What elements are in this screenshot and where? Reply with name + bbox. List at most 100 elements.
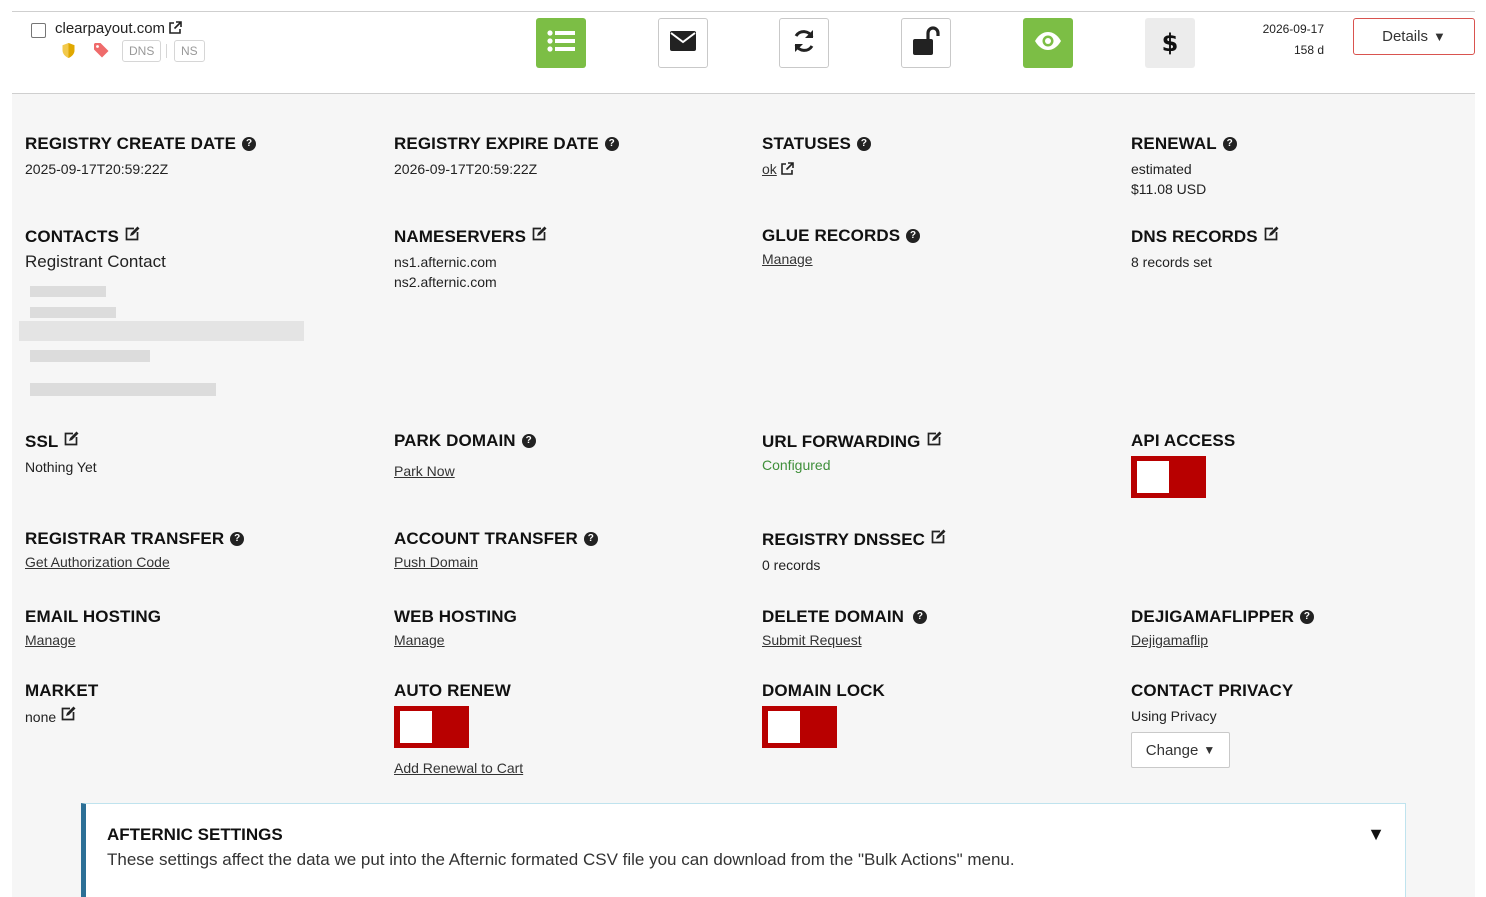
auto-renew: AUTO RENEW Add Renewal to Cart: [394, 681, 524, 776]
caret-down-icon: ▼: [1432, 29, 1446, 44]
redacted-contact: [30, 307, 116, 318]
domain-name[interactable]: clearpayout.com: [55, 20, 182, 39]
row-checkbox[interactable]: [31, 23, 46, 38]
help-icon[interactable]: ?: [521, 434, 536, 448]
ssl: SSL Nothing Yet: [25, 431, 97, 475]
details-panel: [12, 94, 1475, 897]
contacts: CONTACTS Registrant Contact: [25, 226, 166, 271]
caret-down-icon: ▼: [1203, 743, 1216, 757]
view-button[interactable]: [1023, 18, 1073, 68]
dejigamaflip-link[interactable]: Dejigamaflip: [1131, 632, 1208, 648]
registry-create-date: REGISTRY CREATE DATE? 2025-09-17T20:59:2…: [25, 134, 257, 179]
caret-down-icon[interactable]: ▼: [1367, 824, 1385, 845]
registry-create-value: 2025-09-17T20:59:22Z: [25, 161, 169, 177]
help-icon[interactable]: ?: [1222, 137, 1237, 151]
help-icon[interactable]: ?: [1300, 610, 1315, 624]
edit-icon[interactable]: [930, 529, 946, 550]
statuses: STATUSES? ok: [762, 134, 871, 181]
details-label: Details: [1382, 28, 1428, 45]
edit-icon[interactable]: [124, 226, 140, 247]
email-button[interactable]: [658, 18, 708, 68]
refresh-button[interactable]: [779, 18, 829, 68]
afternic-description: These settings affect the data we put in…: [107, 850, 1015, 869]
help-icon[interactable]: ?: [583, 532, 598, 546]
nameserver-2: ns2.afternic.com: [394, 274, 497, 290]
glue-manage-link[interactable]: Manage: [762, 251, 813, 267]
delete-domain: DELETE DOMAIN? Submit Request: [762, 607, 928, 650]
help-icon[interactable]: ?: [604, 137, 619, 151]
dnssec-count: 0 records: [762, 557, 821, 573]
renewal-type: estimated: [1131, 161, 1192, 177]
afternic-settings-panel[interactable]: AFTERNIC SETTINGS These settings affect …: [81, 803, 1406, 897]
toggle-knob: [400, 711, 432, 743]
domain-lock: DOMAIN LOCK: [762, 681, 885, 748]
push-domain-link[interactable]: Push Domain: [394, 554, 478, 570]
dejigamaflipper: DEJIGAMAFLIPPER? Dejigamaflip: [1131, 607, 1315, 650]
top-border: [12, 11, 1475, 12]
edit-icon[interactable]: [531, 226, 547, 247]
submit-request-link[interactable]: Submit Request: [762, 632, 862, 648]
web-hosting: WEB HOSTING Manage: [394, 607, 517, 648]
tag-icon: [93, 42, 110, 63]
lock-button[interactable]: [901, 18, 951, 68]
redacted-contact: [30, 383, 216, 396]
nameserver-1: ns1.afternic.com: [394, 254, 497, 270]
eye-icon: [1034, 31, 1062, 56]
help-icon[interactable]: ?: [242, 137, 257, 151]
change-privacy-button[interactable]: Change ▼: [1131, 732, 1230, 768]
refresh-icon: [791, 28, 817, 59]
privacy-status: Using Privacy: [1131, 708, 1217, 724]
status-ok-link[interactable]: ok: [762, 159, 777, 179]
edit-icon[interactable]: [926, 431, 942, 452]
envelope-icon: [670, 30, 696, 56]
edit-icon[interactable]: [60, 706, 76, 727]
dollar-icon: $: [1161, 29, 1179, 57]
help-icon[interactable]: ?: [906, 229, 921, 243]
help-icon[interactable]: ?: [913, 610, 928, 624]
domain-lock-toggle[interactable]: [762, 706, 837, 748]
dns-chip[interactable]: DNS: [122, 40, 162, 62]
help-icon[interactable]: ?: [856, 137, 871, 151]
api-access-toggle[interactable]: [1131, 456, 1206, 498]
days-remaining: 158 d: [1293, 43, 1324, 57]
ssl-status: Nothing Yet: [25, 459, 97, 475]
registry-dnssec: REGISTRY DNSSEC 0 records: [762, 529, 946, 575]
url-forwarding: URL FORWARDING Configured: [762, 431, 942, 473]
auth-code-link[interactable]: Get Authorization Code: [25, 554, 170, 570]
glue-records: GLUE RECORDS? Manage: [762, 226, 921, 269]
renewal-price: $11.08 USD: [1131, 181, 1207, 197]
nameservers: NAMESERVERS ns1.afternic.com ns2.afterni…: [394, 226, 547, 292]
unlock-icon: [912, 25, 940, 61]
park-now-link[interactable]: Park Now: [394, 463, 455, 479]
domain-link[interactable]: clearpayout.com: [55, 20, 165, 37]
external-link-icon[interactable]: [168, 21, 182, 39]
redacted-contact: [30, 286, 106, 297]
toggle-knob: [1137, 461, 1169, 493]
web-hosting-manage-link[interactable]: Manage: [394, 632, 445, 648]
dns-records: DNS RECORDS 8 records set: [1131, 226, 1279, 272]
contact-privacy: CONTACT PRIVACY Using Privacy Change ▼: [1131, 681, 1293, 768]
url-forwarding-status: Configured: [762, 457, 831, 473]
contact-type: Registrant Contact: [25, 252, 166, 271]
edit-icon[interactable]: [1263, 226, 1279, 247]
edit-icon[interactable]: [63, 431, 79, 452]
external-link-icon[interactable]: [780, 161, 794, 181]
renewal: RENEWAL? estimated $11.08 USD: [1131, 134, 1237, 199]
email-hosting: EMAIL HOSTING Manage: [25, 607, 162, 648]
details-button[interactable]: Details ▼: [1353, 18, 1475, 55]
add-renewal-link[interactable]: Add Renewal to Cart: [394, 760, 523, 776]
ns-chip[interactable]: NS: [174, 40, 205, 62]
account-transfer: ACCOUNT TRANSFER? Push Domain: [394, 529, 598, 572]
auto-renew-toggle[interactable]: [394, 706, 469, 748]
help-icon[interactable]: ?: [230, 532, 245, 546]
price-button[interactable]: $: [1145, 18, 1195, 68]
redacted-contact: [30, 350, 150, 362]
email-hosting-manage-link[interactable]: Manage: [25, 632, 76, 648]
registrar-transfer: REGISTRAR TRANSFER? Get Authorization Co…: [25, 529, 245, 572]
registry-expire-value: 2026-09-17T20:59:22Z: [394, 161, 538, 177]
chip-separator: [166, 44, 167, 58]
toggle-knob: [768, 711, 800, 743]
afternic-title: AFTERNIC SETTINGS: [107, 825, 283, 844]
list-button[interactable]: [536, 18, 586, 68]
park-domain: PARK DOMAIN? Park Now: [394, 431, 536, 481]
